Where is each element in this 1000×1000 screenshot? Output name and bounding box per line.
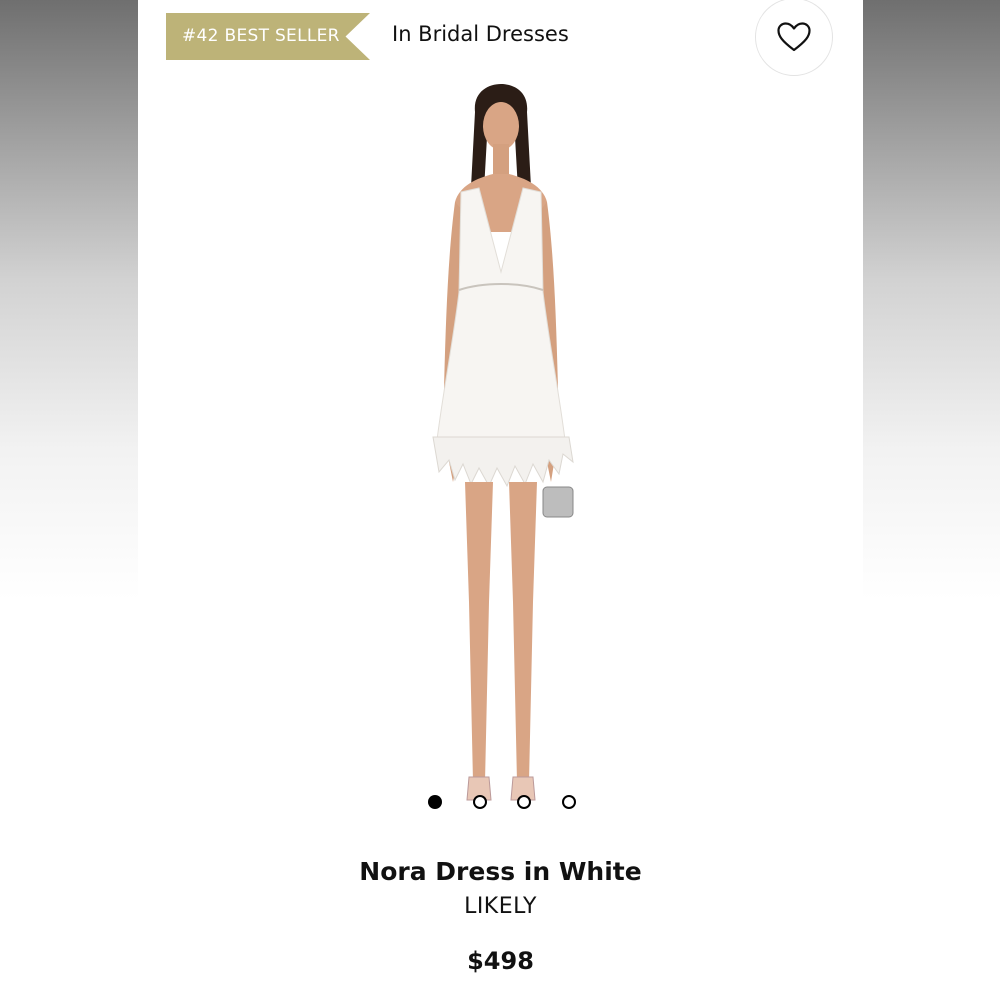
category-label[interactable]: In Bridal Dresses [392,22,569,46]
best-seller-text: #42 BEST SELLER [182,26,340,46]
favorite-button[interactable] [755,0,833,76]
heart-icon [777,22,811,52]
carousel-dots [428,795,576,809]
product-image[interactable] [393,82,608,817]
carousel-dot-2[interactable] [472,795,487,809]
carousel-dot-3[interactable] [517,795,532,809]
best-seller-badge: #42 BEST SELLER [166,13,370,60]
carousel-dot-1[interactable] [428,795,442,809]
product-page: #42 BEST SELLER In Bridal Dresses Nora D… [138,0,863,1000]
product-name: Nora Dress in White [359,857,642,886]
background-right [863,0,1000,1000]
background-left [0,0,138,1000]
product-price: $498 [467,947,534,975]
carousel-dot-4[interactable] [561,795,576,809]
brand-name[interactable]: LIKELY [138,894,863,919]
